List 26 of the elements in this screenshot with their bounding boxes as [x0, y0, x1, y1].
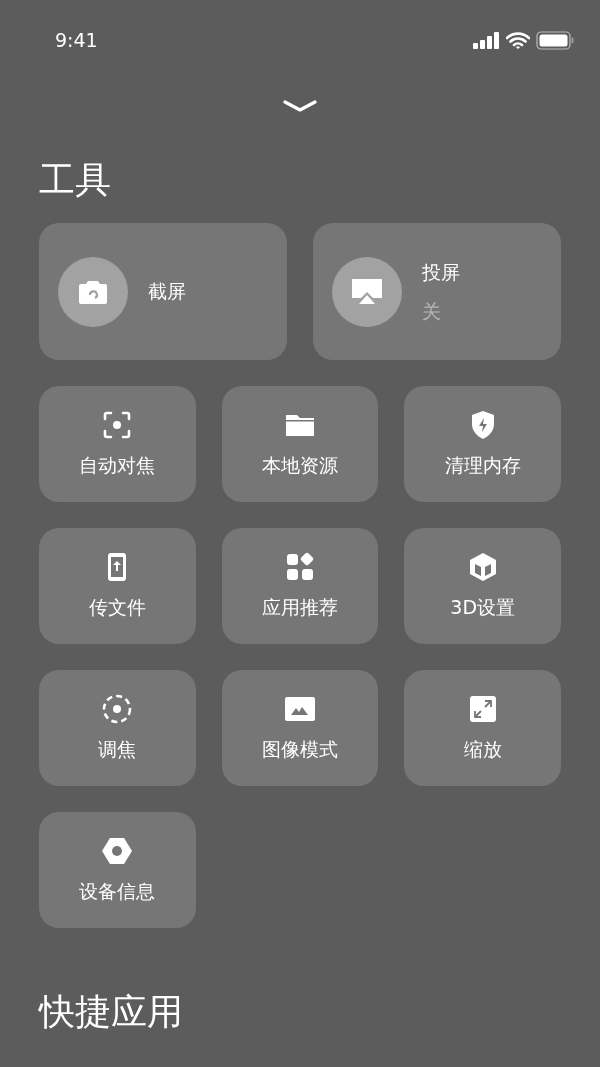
tool-tile[interactable]: 缩放 [404, 670, 561, 786]
tool-tile[interactable]: 3D设置 [404, 528, 561, 644]
apps-grid-icon [284, 550, 316, 583]
section-title: 快捷应用 [39, 994, 184, 1030]
tool-tile[interactable]: 设备信息 [39, 812, 196, 928]
tool-tile[interactable]: 应用推荐 [221, 528, 379, 644]
tool-tile[interactable]: 图像模式 [221, 670, 379, 786]
dashed-focus-icon [101, 692, 134, 725]
section-title: 工具 [39, 162, 112, 198]
tool-tile[interactable]: 传文件 [39, 528, 196, 644]
tool-tile[interactable]: 清理内存 [404, 386, 561, 502]
screen-cast-icon [351, 277, 383, 306]
tool-tile[interactable]: 本地资源 [221, 386, 379, 502]
status-time: 9:41 [55, 27, 98, 53]
collapse-chevron-icon[interactable] [283, 100, 317, 112]
tile-status: 关 [422, 298, 442, 324]
tile-label: 投屏 [422, 260, 460, 285]
wifi-icon [506, 31, 530, 49]
signal-icon [473, 31, 500, 49]
tool-tile[interactable]: 调焦 [39, 670, 196, 786]
tool-tile[interactable]: 自动对焦 [39, 386, 196, 502]
tool-tile[interactable]: 截屏 [39, 223, 287, 360]
camera-icon [78, 278, 108, 305]
battery-icon [536, 30, 574, 50]
tool-tile[interactable]: 投屏 关 [313, 223, 561, 360]
tile-label: 截屏 [148, 279, 186, 305]
